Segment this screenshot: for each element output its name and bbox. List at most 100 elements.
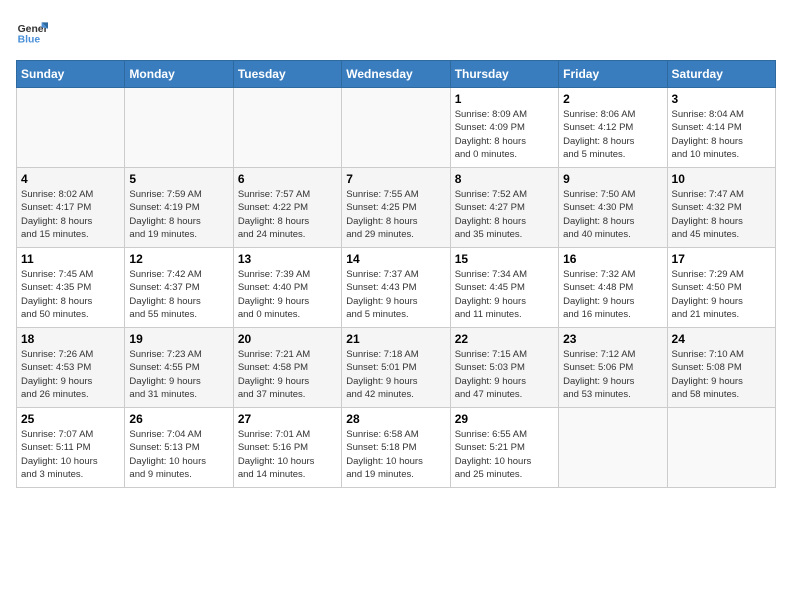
calendar-cell: 22Sunrise: 7:15 AM Sunset: 5:03 PM Dayli… bbox=[450, 328, 558, 408]
calendar-cell: 27 Sunrise: 7:01 AM Sunset: 5:16 PM Dayli… bbox=[233, 408, 341, 488]
day-info: Sunrise: 7:23 AM Sunset: 4:55 PM Dayligh… bbox=[129, 348, 228, 401]
calendar-cell: 6 Sunrise: 7:57 AM Sunset: 4:22 PM Daylig… bbox=[233, 168, 341, 248]
day-number: 6 bbox=[238, 172, 337, 186]
weekday-header-saturday: Saturday bbox=[667, 61, 775, 88]
day-info: Sunrise: 7:55 AM Sunset: 4:25 PM Dayligh… bbox=[346, 188, 445, 241]
calendar-week-row: 11 Sunrise: 7:45 AM Sunset: 4:35 PM Dayli… bbox=[17, 248, 776, 328]
day-info: Sunrise: 7:57 AM Sunset: 4:22 PM Dayligh… bbox=[238, 188, 337, 241]
day-info: Sunrise: 7:12 AM Sunset: 5:06 PM Dayligh… bbox=[563, 348, 662, 401]
day-number: 12 bbox=[129, 252, 228, 266]
day-number: 21 bbox=[346, 332, 445, 346]
calendar-cell: 12 Sunrise: 7:42 AM Sunset: 4:37 PM Dayli… bbox=[125, 248, 233, 328]
page-header: General Blue bbox=[16, 16, 776, 48]
calendar-cell bbox=[667, 408, 775, 488]
day-info: Sunrise: 7:04 AM Sunset: 5:13 PM Dayligh… bbox=[129, 428, 228, 481]
calendar-cell: 14 Sunrise: 7:37 AM Sunset: 4:43 PM Dayli… bbox=[342, 248, 450, 328]
day-number: 13 bbox=[238, 252, 337, 266]
day-number: 23 bbox=[563, 332, 662, 346]
day-info: Sunrise: 7:01 AM Sunset: 5:16 PM Dayligh… bbox=[238, 428, 337, 481]
calendar-cell: 28Sunrise: 6:58 AM Sunset: 5:18 PM Dayli… bbox=[342, 408, 450, 488]
day-number: 11 bbox=[21, 252, 120, 266]
day-number: 17 bbox=[672, 252, 771, 266]
day-info: Sunrise: 7:29 AM Sunset: 4:50 PM Dayligh… bbox=[672, 268, 771, 321]
calendar-cell: 7 Sunrise: 7:55 AM Sunset: 4:25 PM Daylig… bbox=[342, 168, 450, 248]
weekday-header-monday: Monday bbox=[125, 61, 233, 88]
day-number: 4 bbox=[21, 172, 120, 186]
day-info: Sunrise: 7:18 AM Sunset: 5:01 PM Dayligh… bbox=[346, 348, 445, 401]
day-info: Sunrise: 7:47 AM Sunset: 4:32 PM Dayligh… bbox=[672, 188, 771, 241]
calendar-cell: 19Sunrise: 7:23 AM Sunset: 4:55 PM Dayli… bbox=[125, 328, 233, 408]
calendar-cell: 25 Sunrise: 7:07 AM Sunset: 5:11 PM Dayli… bbox=[17, 408, 125, 488]
calendar-cell: 9 Sunrise: 7:50 AM Sunset: 4:30 PM Daylig… bbox=[559, 168, 667, 248]
day-info: Sunrise: 8:06 AM Sunset: 4:12 PM Dayligh… bbox=[563, 108, 662, 161]
day-number: 29 bbox=[455, 412, 554, 426]
day-number: 18 bbox=[21, 332, 120, 346]
calendar-cell: 10 Sunrise: 7:47 AM Sunset: 4:32 PM Dayli… bbox=[667, 168, 775, 248]
calendar-cell bbox=[559, 408, 667, 488]
calendar-cell: 4 Sunrise: 8:02 AM Sunset: 4:17 PM Daylig… bbox=[17, 168, 125, 248]
svg-text:Blue: Blue bbox=[18, 34, 41, 45]
day-number: 15 bbox=[455, 252, 554, 266]
day-info: Sunrise: 7:07 AM Sunset: 5:11 PM Dayligh… bbox=[21, 428, 120, 481]
calendar-table: SundayMondayTuesdayWednesdayThursdayFrid… bbox=[16, 60, 776, 488]
day-number: 7 bbox=[346, 172, 445, 186]
day-info: Sunrise: 7:21 AM Sunset: 4:58 PM Dayligh… bbox=[238, 348, 337, 401]
calendar-cell bbox=[125, 88, 233, 168]
calendar-cell: 17 Sunrise: 7:29 AM Sunset: 4:50 PM Dayli… bbox=[667, 248, 775, 328]
day-number: 20 bbox=[238, 332, 337, 346]
weekday-header-wednesday: Wednesday bbox=[342, 61, 450, 88]
day-info: Sunrise: 7:34 AM Sunset: 4:45 PM Dayligh… bbox=[455, 268, 554, 321]
calendar-cell: 23 Sunrise: 7:12 AM Sunset: 5:06 PM Dayli… bbox=[559, 328, 667, 408]
weekday-header-friday: Friday bbox=[559, 61, 667, 88]
calendar-week-row: 18 Sunrise: 7:26 AM Sunset: 4:53 PM Dayli… bbox=[17, 328, 776, 408]
day-number: 9 bbox=[563, 172, 662, 186]
calendar-cell: 8 Sunrise: 7:52 AM Sunset: 4:27 PM Daylig… bbox=[450, 168, 558, 248]
day-number: 5 bbox=[129, 172, 228, 186]
day-info: Sunrise: 7:42 AM Sunset: 4:37 PM Dayligh… bbox=[129, 268, 228, 321]
day-info: Sunrise: 6:55 AM Sunset: 5:21 PM Dayligh… bbox=[455, 428, 554, 481]
calendar-cell: 24Sunrise: 7:10 AM Sunset: 5:08 PM Dayli… bbox=[667, 328, 775, 408]
calendar-cell: 15 Sunrise: 7:34 AM Sunset: 4:45 PM Dayli… bbox=[450, 248, 558, 328]
day-info: Sunrise: 7:52 AM Sunset: 4:27 PM Dayligh… bbox=[455, 188, 554, 241]
day-number: 26 bbox=[129, 412, 228, 426]
day-info: Sunrise: 7:32 AM Sunset: 4:48 PM Dayligh… bbox=[563, 268, 662, 321]
day-info: Sunrise: 8:02 AM Sunset: 4:17 PM Dayligh… bbox=[21, 188, 120, 241]
calendar-header: SundayMondayTuesdayWednesdayThursdayFrid… bbox=[17, 61, 776, 88]
calendar-week-row: 25 Sunrise: 7:07 AM Sunset: 5:11 PM Dayli… bbox=[17, 408, 776, 488]
day-number: 8 bbox=[455, 172, 554, 186]
calendar-cell: 11 Sunrise: 7:45 AM Sunset: 4:35 PM Dayli… bbox=[17, 248, 125, 328]
calendar-cell: 18 Sunrise: 7:26 AM Sunset: 4:53 PM Dayli… bbox=[17, 328, 125, 408]
day-info: Sunrise: 7:50 AM Sunset: 4:30 PM Dayligh… bbox=[563, 188, 662, 241]
calendar-cell: 3 Sunrise: 8:04 AM Sunset: 4:14 PM Daylig… bbox=[667, 88, 775, 168]
day-number: 25 bbox=[21, 412, 120, 426]
calendar-week-row: 1 Sunrise: 8:09 AM Sunset: 4:09 PM Daylig… bbox=[17, 88, 776, 168]
calendar-cell: 26 Sunrise: 7:04 AM Sunset: 5:13 PM Dayli… bbox=[125, 408, 233, 488]
logo-icon: General Blue bbox=[16, 16, 48, 48]
day-number: 3 bbox=[672, 92, 771, 106]
calendar-week-row: 4 Sunrise: 8:02 AM Sunset: 4:17 PM Daylig… bbox=[17, 168, 776, 248]
day-number: 10 bbox=[672, 172, 771, 186]
day-info: Sunrise: 7:37 AM Sunset: 4:43 PM Dayligh… bbox=[346, 268, 445, 321]
day-info: Sunrise: 7:59 AM Sunset: 4:19 PM Dayligh… bbox=[129, 188, 228, 241]
calendar-cell bbox=[233, 88, 341, 168]
day-number: 28 bbox=[346, 412, 445, 426]
weekday-header-row: SundayMondayTuesdayWednesdayThursdayFrid… bbox=[17, 61, 776, 88]
day-info: Sunrise: 8:09 AM Sunset: 4:09 PM Dayligh… bbox=[455, 108, 554, 161]
day-info: Sunrise: 8:04 AM Sunset: 4:14 PM Dayligh… bbox=[672, 108, 771, 161]
day-number: 14 bbox=[346, 252, 445, 266]
day-number: 27 bbox=[238, 412, 337, 426]
day-info: Sunrise: 7:26 AM Sunset: 4:53 PM Dayligh… bbox=[21, 348, 120, 401]
day-number: 2 bbox=[563, 92, 662, 106]
logo: General Blue bbox=[16, 16, 52, 48]
calendar-body: 1 Sunrise: 8:09 AM Sunset: 4:09 PM Daylig… bbox=[17, 88, 776, 488]
weekday-header-tuesday: Tuesday bbox=[233, 61, 341, 88]
calendar-cell bbox=[342, 88, 450, 168]
calendar-cell: 21 Sunrise: 7:18 AM Sunset: 5:01 PM Dayli… bbox=[342, 328, 450, 408]
day-info: Sunrise: 7:39 AM Sunset: 4:40 PM Dayligh… bbox=[238, 268, 337, 321]
day-number: 1 bbox=[455, 92, 554, 106]
weekday-header-thursday: Thursday bbox=[450, 61, 558, 88]
day-info: Sunrise: 7:45 AM Sunset: 4:35 PM Dayligh… bbox=[21, 268, 120, 321]
calendar-cell: 5 Sunrise: 7:59 AM Sunset: 4:19 PM Daylig… bbox=[125, 168, 233, 248]
day-info: Sunrise: 7:15 AM Sunset: 5:03 PM Dayligh… bbox=[455, 348, 554, 401]
calendar-cell: 13 Sunrise: 7:39 AM Sunset: 4:40 PM Dayli… bbox=[233, 248, 341, 328]
